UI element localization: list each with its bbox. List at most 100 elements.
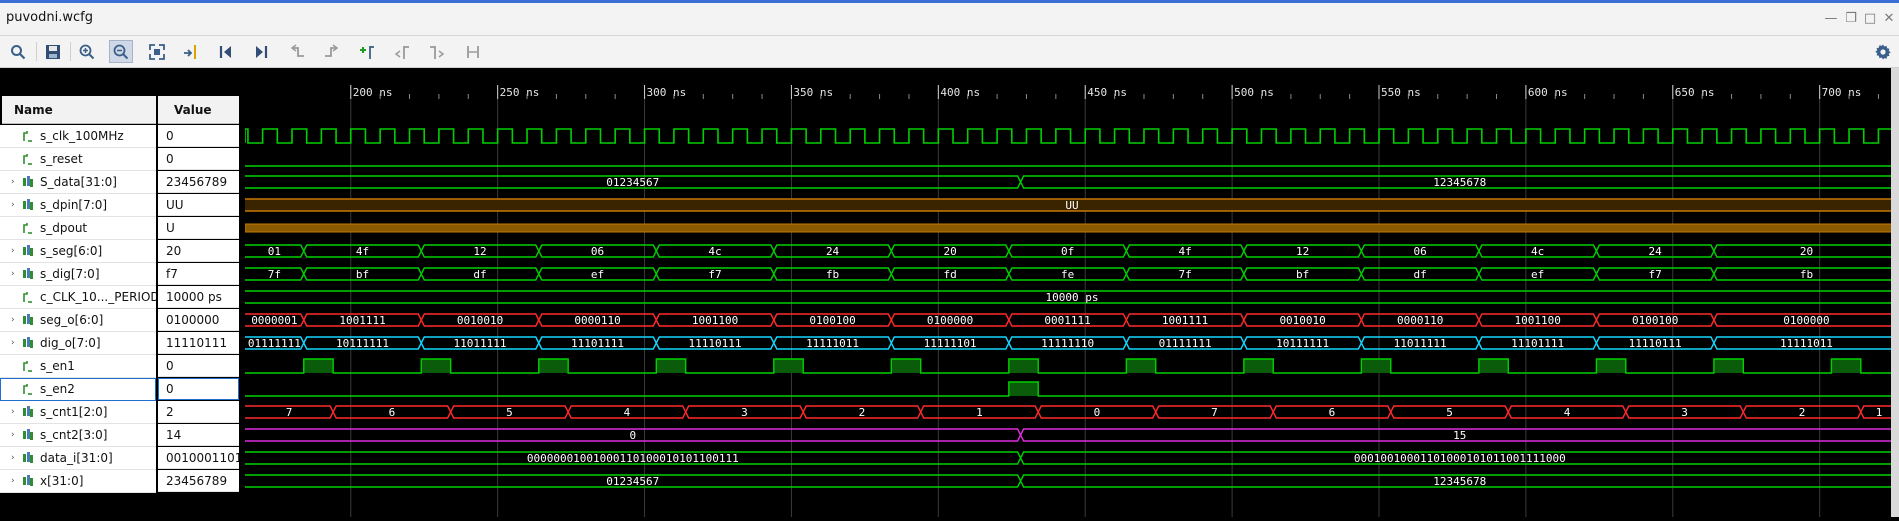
signal-name-cell[interactable]: › s_dpin[7:0] <box>0 194 156 217</box>
waveform-panel[interactable]: 200 ns 250 ns 300 ns 350 ns 400 ns 450 ns 500 … <box>238 68 1899 517</box>
signal-row[interactable]: › x[31:0] 23456789 <box>0 470 243 493</box>
signal-row[interactable]: › s_cnt2[3:0] 14 <box>0 424 243 447</box>
expand-chevron-icon[interactable]: › <box>11 447 15 469</box>
go-to-time-0-icon[interactable] <box>214 40 238 63</box>
signal-name-cell[interactable]: › s_cnt1[2:0] <box>0 401 156 424</box>
s-en2-pulse <box>1008 382 1039 396</box>
s-en1-wave <box>245 358 1899 374</box>
expand-chevron-icon[interactable]: › <box>11 332 15 354</box>
s-cnt1-wave-value: 7 <box>286 406 293 419</box>
signal-row[interactable]: › s_cnt1[2:0] 2 <box>0 401 243 424</box>
signal-value: 2 <box>158 401 239 423</box>
s-dig-wave-value: f7 <box>708 268 721 281</box>
signal-name: s_dpin[7:0] <box>40 198 108 212</box>
search-icon[interactable] <box>6 40 30 63</box>
tick-label: 250 ns <box>500 86 540 99</box>
signal-row[interactable]: › seg_o[6:0] 0100000 <box>0 309 243 332</box>
go-to-cursor-icon[interactable] <box>179 40 203 63</box>
zoom-out-icon[interactable] <box>109 40 133 63</box>
expand-chevron-icon[interactable]: › <box>11 240 15 262</box>
s-dig-wave-value: 7f <box>268 268 281 281</box>
next-marker-icon[interactable] <box>425 40 449 63</box>
signal-row[interactable]: › data_i[31:0] 0010001101 <box>0 447 243 470</box>
s-cnt1-wave-value: 2 <box>1799 406 1806 419</box>
signal-name-cell[interactable]: › s_seg[6:0] <box>0 240 156 263</box>
signal-row[interactable]: › s_dpin[7:0] UU <box>0 194 243 217</box>
s-seg-wave-value: 4f <box>1178 245 1191 258</box>
s-en1-pulse <box>773 359 804 373</box>
previous-marker-icon[interactable] <box>390 40 414 63</box>
bit-signal-icon <box>23 131 32 142</box>
dig-o-wave-value: 11011111 <box>1394 337 1447 350</box>
signal-name-cell[interactable]: c_CLK_10..._PERIOD <box>0 286 156 309</box>
expand-chevron-icon[interactable]: › <box>11 171 15 193</box>
signal-name-cell[interactable]: s_reset <box>0 148 156 171</box>
seg-o-wave-value: 0010010 <box>1279 314 1325 327</box>
signal-name-cell[interactable]: › dig_o[7:0] <box>0 332 156 355</box>
signal-row[interactable]: › S_data[31:0] 23456789 <box>0 171 243 194</box>
add-marker-icon[interactable] <box>355 40 379 63</box>
swap-cursors-icon[interactable] <box>461 40 485 63</box>
seg-o-wave-value: 0000110 <box>574 314 620 327</box>
name-column-header[interactable]: Name <box>2 96 156 124</box>
minimize-icon[interactable]: — <box>1823 11 1839 27</box>
signal-name-cell[interactable]: › x[31:0] <box>0 470 156 493</box>
expand-chevron-icon[interactable]: › <box>11 309 15 331</box>
value-column-header[interactable]: Value <box>158 96 239 124</box>
previous-transition-icon[interactable] <box>285 40 309 63</box>
save-icon[interactable] <box>41 40 65 63</box>
signal-row[interactable]: s_en2 0 <box>0 378 243 401</box>
signal-name: s_reset <box>40 152 83 166</box>
s-en1-pulse <box>1126 359 1156 373</box>
s-dig-wave-value: 7f <box>1178 268 1191 281</box>
signal-name-cell[interactable]: s_clk_100MHz <box>0 125 156 148</box>
expand-chevron-icon[interactable]: › <box>11 470 15 492</box>
signal-row[interactable]: c_CLK_10..._PERIOD 10000 ps <box>0 286 243 309</box>
go-to-last-time-icon[interactable] <box>249 40 273 63</box>
zoom-in-icon[interactable] <box>75 40 99 63</box>
zoom-fit-icon[interactable] <box>145 40 169 63</box>
expand-chevron-icon[interactable]: › <box>11 263 15 285</box>
vertical-scrollbar <box>1891 68 1899 517</box>
signal-name-cell[interactable]: › s_dig[7:0] <box>0 263 156 286</box>
seg-o-wave-value: 0001111 <box>1044 314 1090 327</box>
expand-chevron-icon[interactable]: › <box>11 194 15 216</box>
dig-o-wave-value: 10111111 <box>1276 337 1329 350</box>
signal-row[interactable]: s_en1 0 <box>0 355 243 378</box>
maximize-icon[interactable]: □ <box>1862 11 1878 27</box>
signal-row[interactable]: s_clk_100MHz 0 <box>0 125 243 148</box>
s-en1-pulse <box>1831 359 1861 373</box>
signal-name-cell[interactable]: › s_cnt2[3:0] <box>0 424 156 447</box>
expand-chevron-icon[interactable]: › <box>11 401 15 423</box>
signal-row[interactable]: › s_seg[6:0] 20 <box>0 240 243 263</box>
signal-name-cell[interactable]: › seg_o[6:0] <box>0 309 156 332</box>
s-cnt1-wave-value: 6 <box>1329 406 1336 419</box>
expand-chevron-icon[interactable]: › <box>11 424 15 446</box>
restore-icon[interactable]: ❐ <box>1843 11 1859 27</box>
signal-name: s_cnt2[3:0] <box>40 428 108 442</box>
signal-name-cell[interactable]: › S_data[31:0] <box>0 171 156 194</box>
next-transition-icon[interactable] <box>320 40 344 63</box>
s-cnt1-wave-value: 7 <box>1211 406 1218 419</box>
s-en2-wave <box>245 381 1899 397</box>
close-icon[interactable]: ✕ <box>1881 11 1897 27</box>
s-seg-wave-value: 4f <box>356 245 369 258</box>
signal-name-cell[interactable]: s_en2 <box>0 378 156 401</box>
waveform-canvas[interactable]: 200 ns 250 ns 300 ns 350 ns 400 ns 450 ns 500 … <box>238 68 1899 517</box>
s-dig-wave-value: ef <box>1531 268 1544 281</box>
s-seg-wave-value: 4c <box>1531 245 1544 258</box>
s-cnt1-wave-value: 0 <box>1094 406 1101 419</box>
signal-row[interactable]: s_reset 0 <box>0 148 243 171</box>
s-seg-wave-value: 0f <box>1061 245 1074 258</box>
signal-name: seg_o[6:0] <box>40 313 104 327</box>
signal-row[interactable]: s_dpout U <box>0 217 243 240</box>
signal-name-cell[interactable]: s_dpout <box>0 217 156 240</box>
tick-label: 550 ns <box>1381 86 1421 99</box>
s-seg-wave-value: 24 <box>1649 245 1663 258</box>
signal-name-cell[interactable]: › data_i[31:0] <box>0 447 156 470</box>
signal-row[interactable]: › dig_o[7:0] 11110111 <box>0 332 243 355</box>
signal-row[interactable]: › s_dig[7:0] f7 <box>0 263 243 286</box>
settings-gear-icon[interactable] <box>1871 40 1895 63</box>
signal-value: 0 <box>158 378 239 400</box>
signal-name-cell[interactable]: s_en1 <box>0 355 156 378</box>
